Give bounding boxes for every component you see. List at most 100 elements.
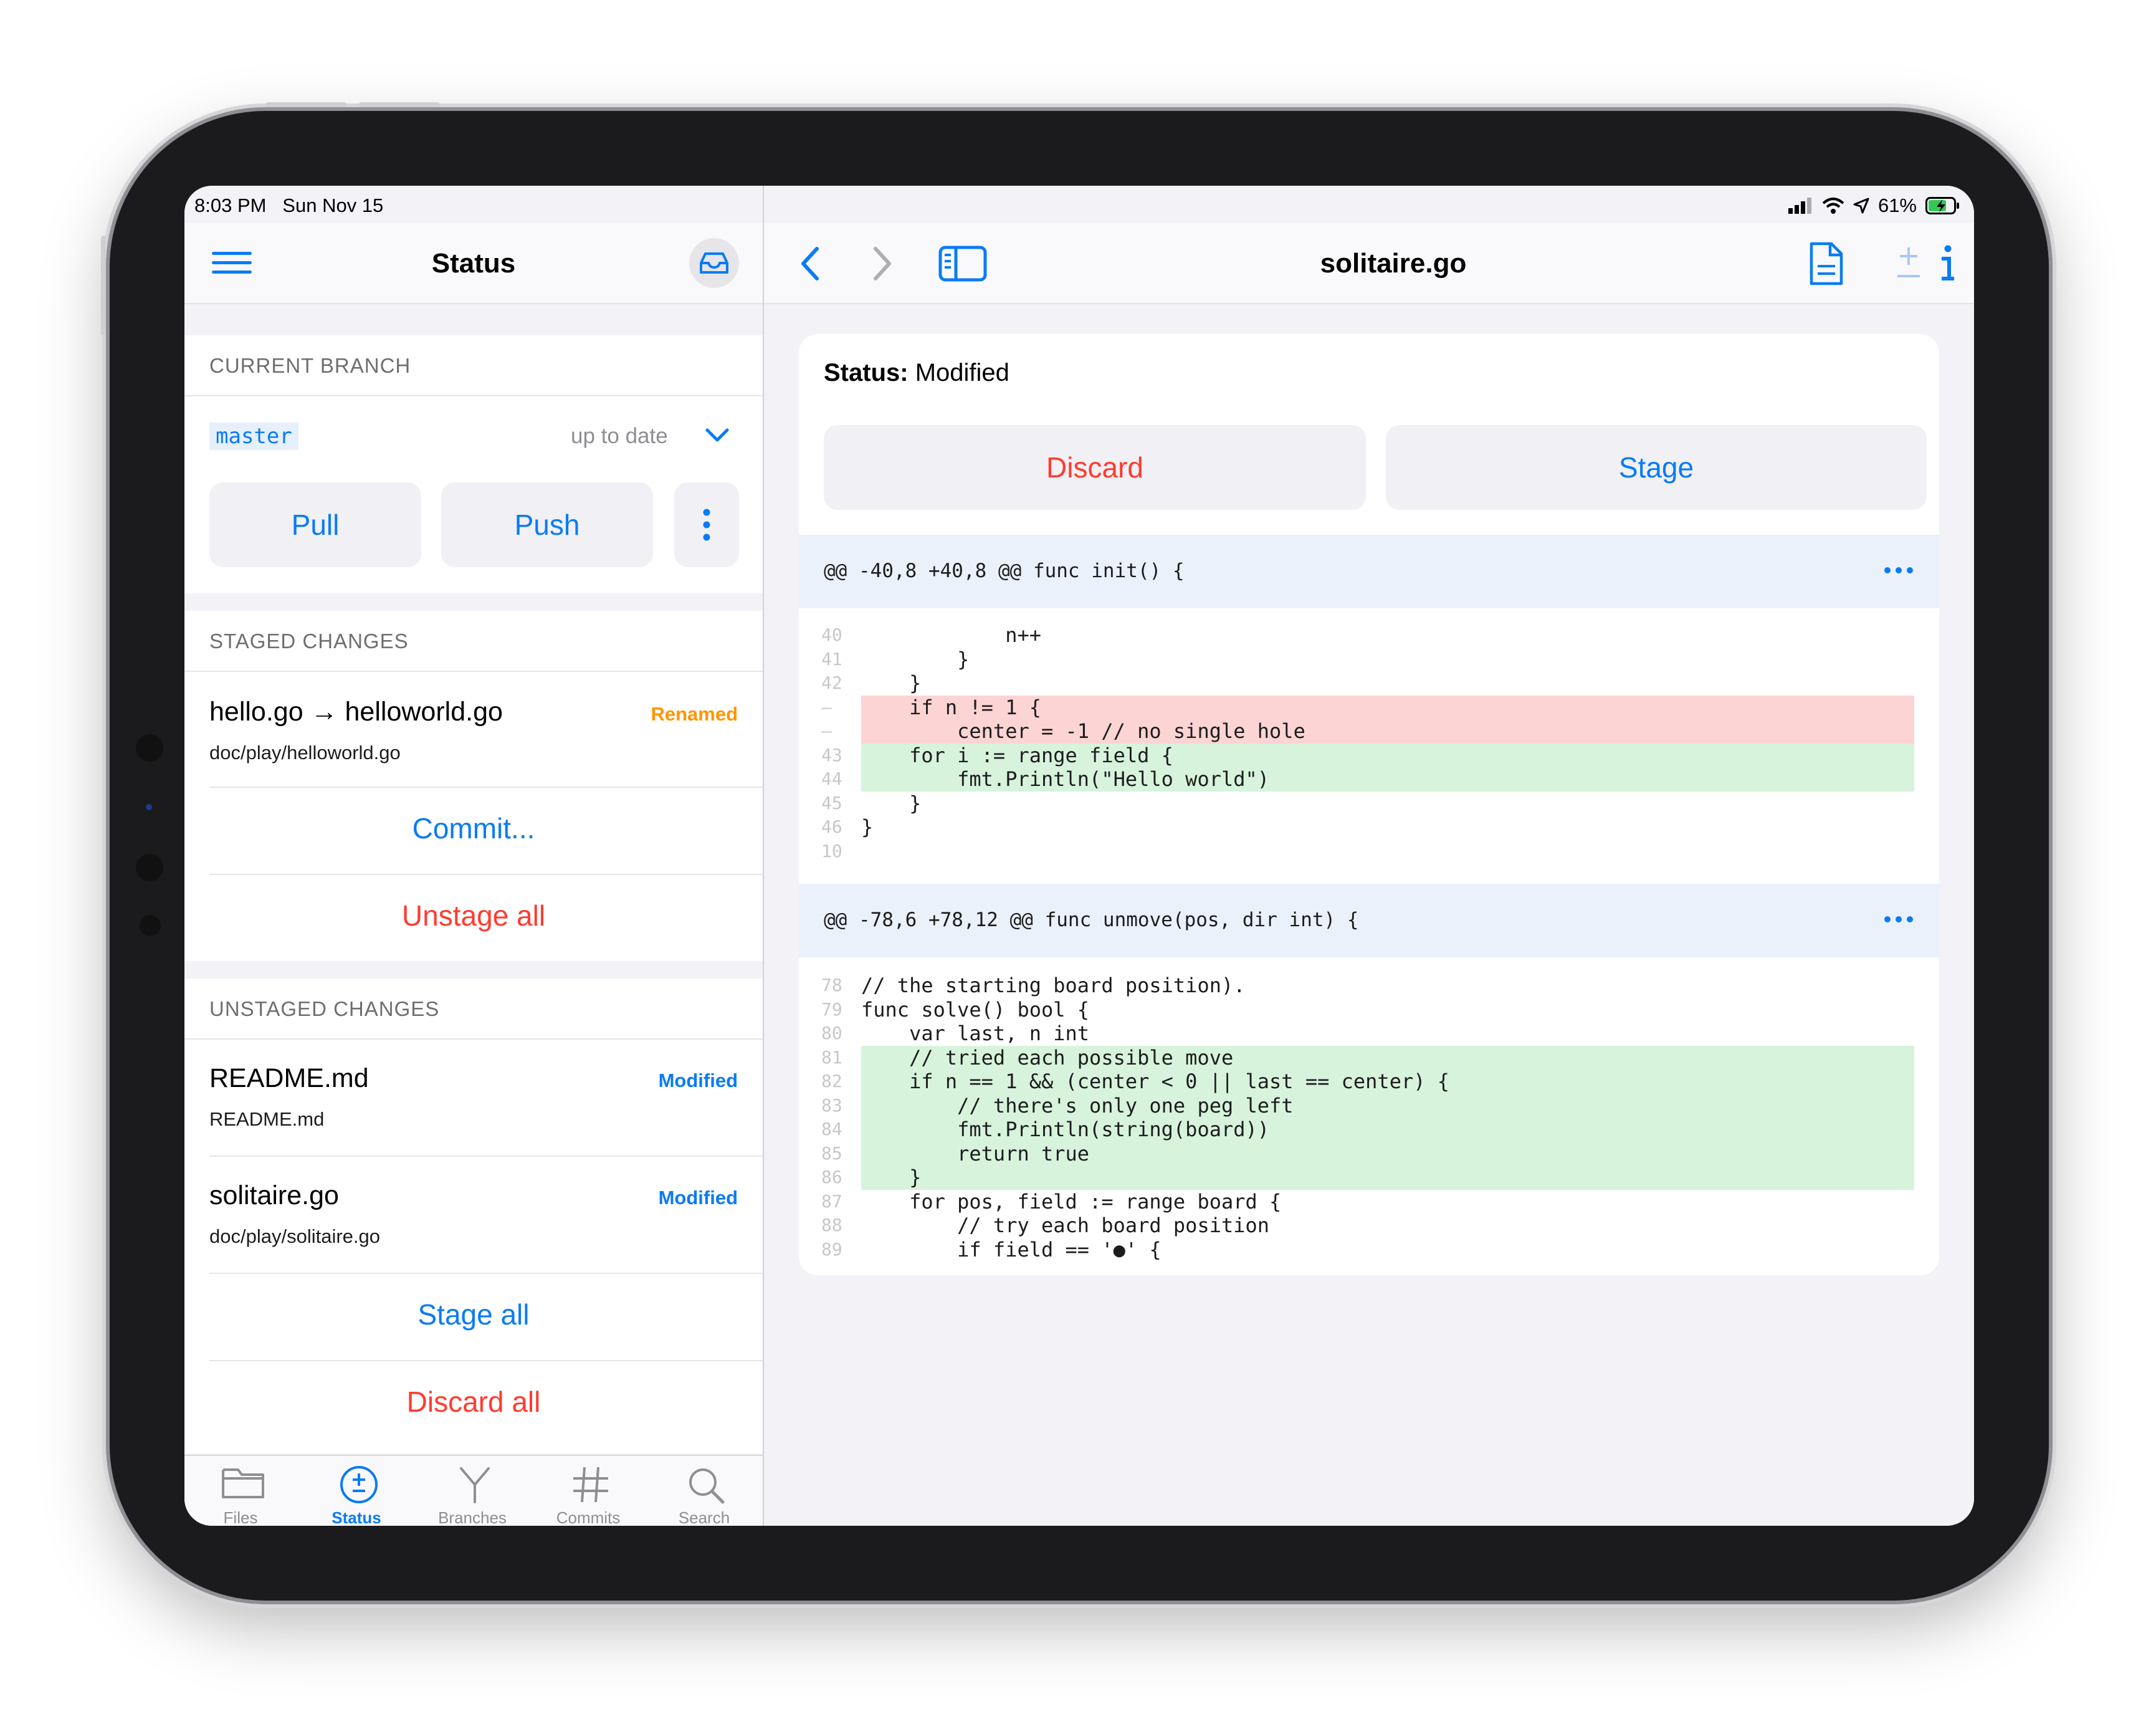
more-vertical-icon <box>703 509 710 541</box>
volume-button-bottom <box>359 102 440 107</box>
hunk-lines: 78 // the starting board position). 79 func… <box>799 974 1939 1262</box>
line-number: 42 <box>821 673 842 693</box>
status-panel: Status CURRENT BRANCH master up to date <box>184 186 763 1526</box>
tab-status[interactable]: Status <box>300 1456 413 1526</box>
hunk-lines: 40 n++ 41 } 42 } – if n != 1 {– center = -1… <box>799 623 1939 863</box>
section-header-staged: STAGED CHANGES <box>209 630 409 653</box>
chevron-left-icon <box>801 247 819 280</box>
info-button[interactable] <box>1928 239 1965 288</box>
diff-line-ctx: 46} <box>799 815 1939 840</box>
stage-button[interactable]: Stage <box>1386 425 1927 510</box>
branch-dropdown-button[interactable] <box>702 423 733 448</box>
push-button[interactable]: Push <box>441 482 653 567</box>
file-status-label: Status: <box>824 359 909 386</box>
forward-button[interactable] <box>864 242 901 285</box>
pull-button[interactable]: Pull <box>209 482 421 567</box>
more-dot <box>1884 916 1891 922</box>
file-name: hello.go → helloworld.go <box>209 697 503 727</box>
line-number: 44 <box>821 768 842 789</box>
tab-label: Files <box>223 1508 258 1526</box>
status-badge: Modified <box>658 1187 738 1209</box>
magnifier-icon <box>689 1468 725 1504</box>
ipad-device: 8:03 PM Sun Nov 15 61% Status CURRENT BR… <box>101 102 2049 1601</box>
file-name: README.md <box>209 1063 369 1093</box>
line-code: return true <box>861 1141 1914 1166</box>
diff-line-add: 44 fmt.Println("Hello world") <box>799 767 1939 792</box>
tab-commits[interactable]: Commits <box>532 1456 644 1526</box>
folder-icon <box>222 1468 264 1498</box>
battery-percent: 61% <box>1877 194 1917 216</box>
commit-button[interactable]: Commit... <box>184 812 763 845</box>
diff-line-ctx: 10 <box>799 840 1939 864</box>
diff-card: Status: Modified Discard Stage @@ -40,8 … <box>799 334 1939 1275</box>
hunk-more-button[interactable] <box>1884 916 1913 922</box>
right-nav-bar: solitaire.go <box>764 223 1974 304</box>
diff-line-del: – if n != 1 { <box>799 695 1939 719</box>
view-file-button[interactable] <box>1806 239 1847 288</box>
chevron-right-icon <box>874 247 891 280</box>
hunk-range: @@ -78,6 +78,12 @@ func unmove(pos, dir … <box>824 909 1359 931</box>
line-code: if n == 1 && (center < 0 || last == cent… <box>861 1070 1914 1094</box>
current-branch-section: CURRENT BRANCH master up to date Pull Pu… <box>184 335 763 593</box>
toggle-sidebar-button[interactable] <box>936 242 990 285</box>
list-item[interactable]: hello.go → helloworld.go Renamed doc/pla… <box>184 672 763 787</box>
more-dot <box>1907 916 1913 922</box>
discard-button[interactable]: Discard <box>824 425 1366 510</box>
diff-line-ctx: 40 n++ <box>799 623 1939 648</box>
hunk-header: @@ -78,6 +78,12 @@ func unmove(pos, dir … <box>799 884 1939 957</box>
stage-all-button[interactable]: Stage all <box>184 1298 763 1331</box>
line-code: // tried each possible move <box>861 1045 1914 1070</box>
status-date: Sun Nov 15 <box>282 194 384 216</box>
line-code: var last, n int <box>861 1022 1090 1045</box>
list-item[interactable]: README.md Modified README.md <box>184 1040 763 1156</box>
location-icon <box>1853 198 1869 214</box>
line-number: 83 <box>821 1094 842 1116</box>
line-number: 78 <box>821 975 842 995</box>
diff-line-add: 81 // tried each possible move <box>799 1045 1939 1070</box>
line-number: 41 <box>821 648 842 669</box>
list-item[interactable]: solitaire.go Modified doc/play/solitaire… <box>184 1157 763 1273</box>
separator <box>209 1360 763 1361</box>
line-code: func solve() bool { <box>861 997 1090 1022</box>
diff-line-ctx: 42 } <box>799 671 1939 696</box>
diff-line-ctx: 88 // try each board position <box>799 1214 1939 1238</box>
inbox-button[interactable] <box>689 238 739 288</box>
more-dot <box>1896 567 1902 573</box>
status-time: 8:03 PM <box>194 194 267 216</box>
line-code: for i := range field { <box>861 743 1914 767</box>
file-title: solitaire.go <box>1320 248 1467 279</box>
branch-more-button[interactable] <box>674 482 739 567</box>
line-code: // try each board position <box>861 1214 1270 1237</box>
back-button[interactable] <box>791 242 829 285</box>
diff-line-ctx: 45 } <box>799 792 1939 816</box>
line-code: } <box>861 1166 1914 1190</box>
line-code: center = -1 // no single hole <box>861 719 1914 744</box>
branch-name-chip[interactable]: master <box>209 423 298 450</box>
hunk-more-button[interactable] <box>1884 567 1913 573</box>
power-button <box>101 236 106 335</box>
menu-button[interactable] <box>208 246 255 280</box>
volume-button-top <box>265 102 346 107</box>
diff-line-ctx: 78 // the starting board position). <box>799 974 1939 998</box>
tab-files[interactable]: Files <box>184 1456 297 1526</box>
tab-label: Commits <box>556 1508 621 1526</box>
tab-search[interactable]: Search <box>648 1456 760 1526</box>
file-diff-panel: solitaire.go Status: Modified Discard St… <box>764 186 1974 1526</box>
line-code: // the starting board position). <box>861 974 1246 997</box>
line-number: 85 <box>821 1142 842 1164</box>
line-number: 10 <box>821 840 842 861</box>
file-path: README.md <box>209 1108 325 1130</box>
diff-line-add: 85 return true <box>799 1141 1939 1166</box>
tab-branches[interactable]: Branches <box>416 1456 528 1526</box>
unstage-all-button[interactable]: Unstage all <box>184 899 763 932</box>
tab-label: Branches <box>438 1508 507 1526</box>
line-number: – <box>821 721 832 741</box>
screen: 8:03 PM Sun Nov 15 61% Status CURRENT BR… <box>184 186 1974 1526</box>
status-badge: Renamed <box>651 703 738 725</box>
discard-all-button[interactable]: Discard all <box>184 1385 763 1419</box>
line-number: 88 <box>821 1215 842 1235</box>
signal-icon <box>1788 198 1811 214</box>
diff-line-add: 82 if n == 1 && (center < 0 || last == c… <box>799 1070 1939 1094</box>
stage-toggle-button[interactable] <box>1888 239 1929 288</box>
tab-label: Status <box>332 1508 381 1526</box>
